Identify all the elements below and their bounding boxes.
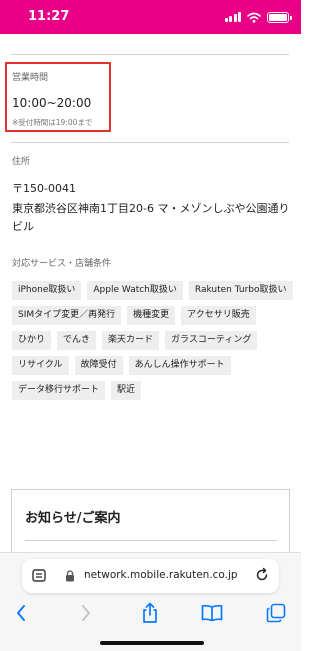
news-title: お知らせ/ご案内 [25, 511, 121, 526]
bookmarks-button[interactable] [200, 601, 224, 625]
service-tag: 機種変更 [127, 306, 176, 325]
share-button[interactable] [138, 601, 162, 625]
service-tag: アクセサリ販売 [181, 306, 256, 325]
status-icons [224, 11, 292, 23]
wifi-icon [247, 12, 261, 23]
service-tag: ひかり [12, 331, 52, 350]
service-tag: あんしん操作サポート [128, 356, 231, 375]
tabs-icon [266, 603, 286, 623]
services-label: 対応サービス・店舗条件 [12, 259, 112, 269]
address-label: 住所 [12, 157, 31, 167]
back-button[interactable] [9, 601, 33, 625]
safari-bottom-toolbar [0, 599, 301, 629]
hours-value: 10:00~20:00 [12, 96, 92, 110]
reader-icon[interactable] [32, 569, 46, 582]
service-tags: iPhone取扱い Apple Watch取扱い Rakuten Turbo取扱… [12, 281, 294, 400]
page-content: 営業時間 10:00~20:00 ※受付時間は19:00まで 住所 〒150-0… [0, 34, 301, 552]
service-tag: Rakuten Turbo取扱い [188, 281, 293, 300]
address-bar[interactable]: network.mobile.rakuten.co.jp [22, 559, 279, 593]
divider [25, 540, 277, 541]
service-tag: Apple Watch取扱い [87, 281, 183, 300]
back-icon [17, 605, 25, 621]
cellular-signal-icon [224, 12, 241, 22]
bookmarks-icon [201, 604, 223, 622]
browser-toolbar: network.mobile.rakuten.co.jp [0, 552, 301, 651]
service-tag: SIMタイプ変更／再発行 [12, 306, 122, 325]
divider [11, 142, 289, 143]
service-tag: でんき [57, 331, 97, 350]
hours-note: ※受付時間は19:00まで [12, 118, 93, 127]
status-time: 11:27 [28, 9, 70, 24]
service-tag: 故障受付 [74, 356, 123, 375]
service-tag: 駅近 [111, 381, 142, 400]
news-card: お知らせ/ご案内 [11, 489, 290, 552]
service-tag: iPhone取扱い [12, 281, 82, 300]
service-tag: データ移行サポート [12, 381, 106, 400]
postal-code: 〒150-0041 [12, 182, 76, 195]
tabs-button[interactable] [264, 601, 288, 625]
service-tag: ガラスコーティング [165, 331, 258, 350]
service-tag: 楽天カード [102, 331, 160, 350]
url-text: network.mobile.rakuten.co.jp [84, 569, 238, 581]
status-bar: 11:27 [0, 0, 301, 34]
forward-icon [82, 605, 90, 621]
forward-button[interactable] [74, 601, 98, 625]
reload-icon[interactable] [254, 567, 270, 583]
hours-label: 営業時間 [12, 73, 49, 83]
service-tag: リサイクル [12, 356, 69, 375]
battery-icon [267, 11, 292, 23]
home-indicator [100, 641, 204, 645]
divider [11, 54, 289, 55]
address-text: 東京都渋谷区神南1丁目20-6 マ・メゾンしぶや公園通りビル [12, 202, 290, 233]
share-icon [143, 602, 157, 623]
lock-icon [66, 570, 74, 582]
